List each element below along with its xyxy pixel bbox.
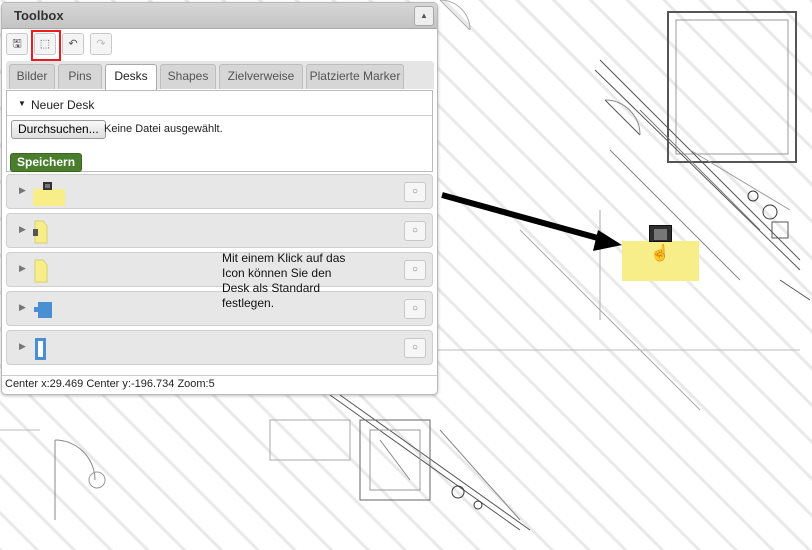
annotation-text: Mit einem Klick auf das Icon können Sie … xyxy=(222,251,346,310)
caret-right-icon[interactable]: ▶ xyxy=(19,185,26,196)
status-bar: Center x:29.469 Center y:-196.734 Zoom:5 xyxy=(2,375,437,394)
set-default-button[interactable]: ○ xyxy=(404,338,426,358)
set-default-button[interactable]: ○ xyxy=(404,260,426,280)
desk-item[interactable]: ▶ ○ xyxy=(6,291,433,326)
desk-blue-icon[interactable] xyxy=(33,300,55,320)
desk-yellow-rotated-icon[interactable] xyxy=(31,219,51,245)
undo-icon[interactable]: ↶ xyxy=(62,33,84,55)
file-status: Keine Datei ausgewählt. xyxy=(104,123,223,135)
toolbox-header: Toolbox ▲ xyxy=(2,3,437,29)
toolbox-panel: Toolbox ▲ 🖫 ⬚ ↶ ↷ Bilder Pins Desks Shap… xyxy=(1,2,438,395)
desk-item[interactable]: ▶ ○ xyxy=(6,252,433,287)
highlight-box xyxy=(31,30,61,61)
divider xyxy=(7,115,432,116)
desk-item[interactable]: ▶ ○ xyxy=(6,330,433,365)
tab-desks[interactable]: Desks xyxy=(105,64,157,90)
new-desk-label[interactable]: Neuer Desk xyxy=(31,98,94,112)
tab-zielverweise[interactable]: Zielverweise xyxy=(219,64,303,89)
caret-right-icon[interactable]: ▶ xyxy=(19,302,26,313)
desk-yellow-icon[interactable] xyxy=(31,181,67,207)
caret-down-icon[interactable]: ▼ xyxy=(18,99,26,108)
tab-shapes[interactable]: Shapes xyxy=(160,64,216,89)
save-button[interactable]: Speichern xyxy=(10,153,83,172)
desk-blue-vertical-icon[interactable] xyxy=(33,337,49,361)
redo-icon[interactable]: ↷ xyxy=(90,33,112,55)
set-default-button[interactable]: ○ xyxy=(404,299,426,319)
set-default-button[interactable]: ○ xyxy=(404,182,426,202)
set-default-button[interactable]: ○ xyxy=(404,221,426,241)
save-icon[interactable]: 🖫 xyxy=(6,33,28,55)
browse-button[interactable]: Durchsuchen... xyxy=(11,120,106,139)
chevron-up-icon[interactable]: ▲ xyxy=(414,6,434,26)
tab-platzierte-marker[interactable]: Platzierte Marker xyxy=(306,64,404,89)
caret-right-icon[interactable]: ▶ xyxy=(19,341,26,352)
desk-item[interactable]: ▶ ○ xyxy=(6,213,433,248)
toolbox-title: Toolbox xyxy=(14,8,64,23)
tab-bar: Bilder Pins Desks Shapes Zielverweise Pl… xyxy=(6,61,434,90)
tab-pins[interactable]: Pins xyxy=(58,64,102,89)
desk-yellow-corner-icon[interactable] xyxy=(31,258,51,284)
new-desk-form: ▼ Neuer Desk Durchsuchen... Keine Datei … xyxy=(6,90,433,172)
placed-desk-monitor xyxy=(649,225,672,242)
caret-right-icon[interactable]: ▶ xyxy=(19,224,26,235)
hand-cursor-icon: ☝ xyxy=(650,245,670,262)
desk-item[interactable]: ▶ ○ xyxy=(6,174,433,209)
caret-right-icon[interactable]: ▶ xyxy=(19,263,26,274)
tab-bilder[interactable]: Bilder xyxy=(9,64,55,89)
